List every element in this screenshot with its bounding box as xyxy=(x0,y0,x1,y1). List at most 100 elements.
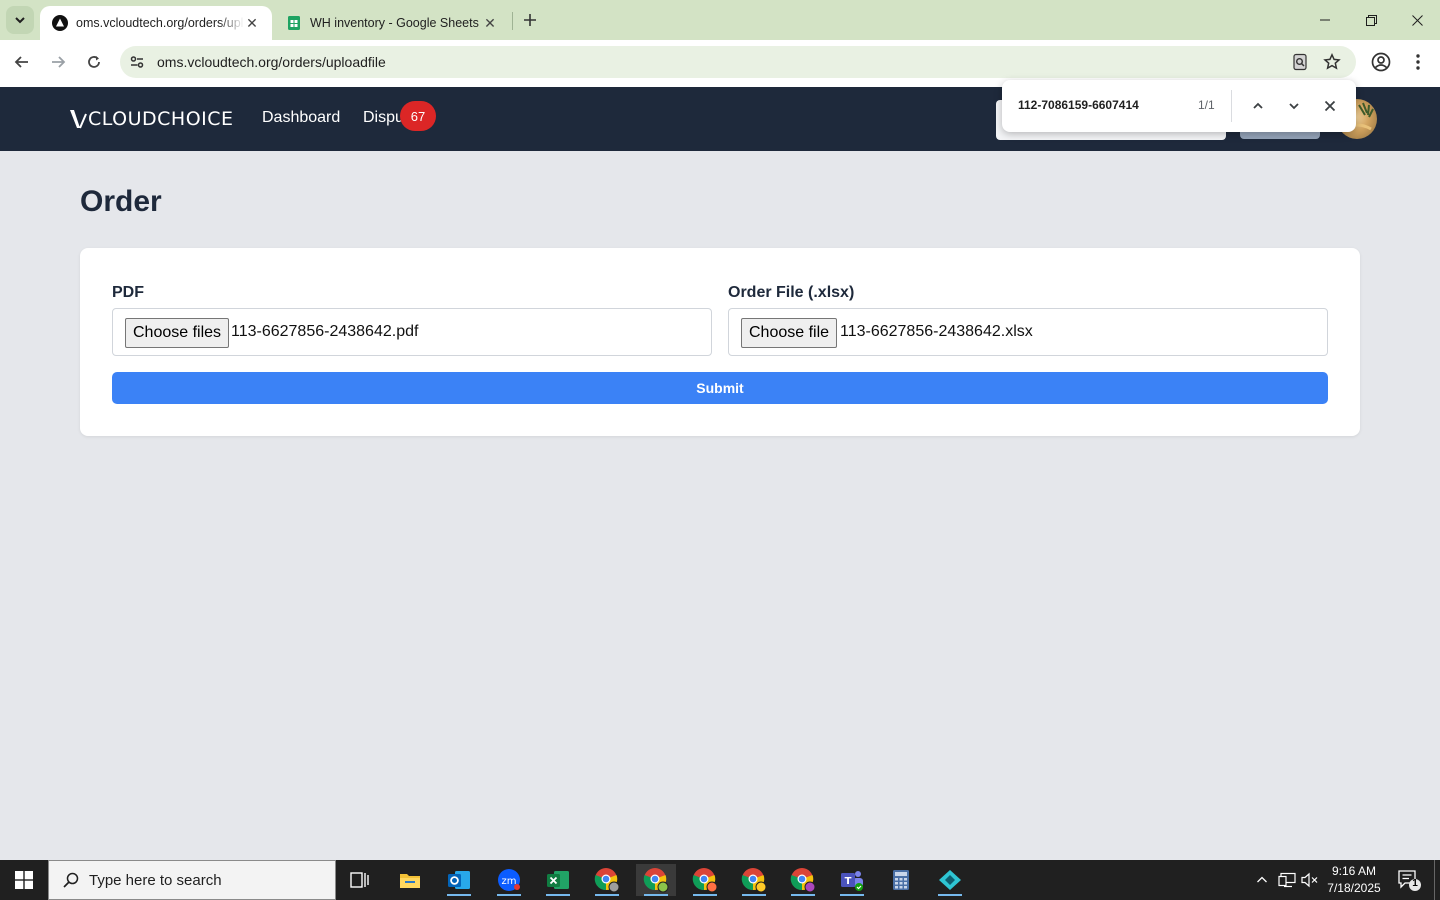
svg-text:T: T xyxy=(845,876,852,887)
find-in-page-icon[interactable] xyxy=(1290,52,1310,72)
back-button[interactable] xyxy=(8,48,36,76)
clock-time: 9:16 AM xyxy=(1331,864,1377,878)
chrome-profile-3-icon[interactable] xyxy=(685,864,725,896)
file-explorer-icon[interactable] xyxy=(390,864,430,896)
tab-search-button[interactable] xyxy=(6,6,34,34)
find-previous-button[interactable] xyxy=(1246,94,1270,118)
window-close-button[interactable] xyxy=(1394,0,1440,40)
remote-desktop-icon[interactable] xyxy=(930,864,970,896)
running-indicator xyxy=(938,894,962,896)
page-title: Order xyxy=(80,185,162,218)
task-view-icon[interactable] xyxy=(340,864,380,896)
pdf-field-label: PDF xyxy=(112,284,144,301)
pdf-file-input[interactable]: Choose files 113-6627856-2438642.pdf xyxy=(112,308,712,356)
calculator-icon[interactable] xyxy=(881,864,921,896)
chrome-profile-1-icon[interactable] xyxy=(587,864,627,896)
taskbar-search-box[interactable]: Type here to search xyxy=(48,860,336,900)
arrow-right-icon xyxy=(52,56,66,68)
windows-logo-icon xyxy=(15,871,33,889)
running-indicator xyxy=(595,894,619,896)
logo-text: CLOUDCHOICE xyxy=(88,108,234,130)
chevron-down-icon xyxy=(15,17,25,24)
app-favicon-icon xyxy=(52,15,68,31)
pdf-choose-files-button[interactable]: Choose files xyxy=(125,318,230,348)
nav-disputes[interactable]: Dispu xyxy=(363,109,404,127)
pdf-selected-filename: 113-6627856-2438642.pdf xyxy=(231,323,419,340)
arrow-left-icon xyxy=(14,56,28,68)
windows-start-button[interactable] xyxy=(0,860,48,900)
browser-tab-strip: oms.vcloudtech.org/orders/uploadfile ✕ W… xyxy=(0,0,1440,40)
excel-icon[interactable] xyxy=(538,864,578,896)
volume-muted-icon[interactable] xyxy=(1300,870,1320,890)
new-tab-button[interactable] xyxy=(518,8,542,32)
system-clock[interactable]: 9:16 AM 7/18/2025 xyxy=(1322,863,1386,897)
address-bar[interactable]: oms.vcloudtech.org/orders/uploadfile xyxy=(120,46,1356,78)
notification-center-icon[interactable]: 1 xyxy=(1396,868,1422,892)
site-settings-icon[interactable] xyxy=(128,53,146,71)
tab-title: oms.vcloudtech.org/orders/uploadfile xyxy=(76,16,244,30)
close-icon[interactable]: ✕ xyxy=(482,15,498,31)
restore-button[interactable] xyxy=(1348,0,1394,40)
chrome-profile-4-icon[interactable] xyxy=(734,864,774,896)
order-file-input[interactable]: Choose file 113-6627856-2438642.xlsx xyxy=(728,308,1328,356)
sheets-icon xyxy=(286,15,302,31)
svg-text:zm: zm xyxy=(502,876,517,887)
browser-menu-icon[interactable] xyxy=(1410,51,1426,73)
tab-oms-upload[interactable]: oms.vcloudtech.org/orders/uploadfile ✕ xyxy=(40,6,272,40)
find-query-input[interactable]: 112-7086159-6607414 xyxy=(1018,98,1139,112)
url-text: oms.vcloudtech.org/orders/uploadfile xyxy=(157,54,386,70)
network-icon[interactable] xyxy=(1277,870,1297,890)
chevron-up-icon xyxy=(1253,102,1263,109)
running-indicator xyxy=(840,894,864,896)
chrome-profile-5-icon[interactable] xyxy=(783,864,823,896)
cloudchoice-logo[interactable]: CLOUDCHOICE xyxy=(68,107,234,131)
running-indicator xyxy=(791,894,815,896)
running-indicator xyxy=(742,894,766,896)
minimize-icon xyxy=(1320,19,1330,21)
running-indicator xyxy=(693,894,717,896)
reload-icon xyxy=(88,56,100,68)
clock-date: 7/18/2025 xyxy=(1327,881,1381,895)
bookmark-star-icon[interactable] xyxy=(1322,52,1342,72)
find-next-button[interactable] xyxy=(1282,94,1306,118)
close-icon xyxy=(1411,14,1423,26)
upload-form-card: PDF Choose files 113-6627856-2438642.pdf… xyxy=(80,248,1360,436)
tab-separator xyxy=(512,12,513,30)
search-placeholder: Type here to search xyxy=(89,871,222,889)
find-separator xyxy=(1231,90,1232,122)
order-file-field-label: Order File (.xlsx) xyxy=(728,284,855,301)
running-indicator xyxy=(546,894,570,896)
order-selected-filename: 113-6627856-2438642.xlsx xyxy=(840,323,1033,340)
nav-dashboard[interactable]: Dashboard xyxy=(262,109,340,127)
show-desktop-button[interactable] xyxy=(1434,860,1435,900)
running-indicator xyxy=(644,894,668,896)
find-close-button[interactable] xyxy=(1318,94,1342,118)
find-in-page-bar: 112-7086159-6607414 1/1 xyxy=(1002,80,1356,132)
outlook-icon[interactable] xyxy=(439,864,479,896)
close-icon xyxy=(1324,100,1336,112)
zoom-icon[interactable]: zm xyxy=(489,864,529,896)
plus-icon xyxy=(524,14,536,26)
restore-icon xyxy=(1365,14,1377,26)
running-indicator xyxy=(497,894,521,896)
chevron-down-icon xyxy=(1289,103,1299,110)
reload-button[interactable] xyxy=(80,48,108,76)
search-icon xyxy=(61,870,81,890)
order-choose-file-button[interactable]: Choose file xyxy=(741,318,838,348)
find-match-count: 1/1 xyxy=(1198,98,1215,112)
tab-wh-inventory[interactable]: WH inventory - Google Sheets ✕ xyxy=(274,6,510,40)
chevron-up-icon[interactable] xyxy=(1252,870,1272,890)
profile-icon[interactable] xyxy=(1370,51,1392,73)
forward-button[interactable] xyxy=(44,48,72,76)
notification-count-badge: 1 xyxy=(1412,878,1418,889)
tab-title: WH inventory - Google Sheets xyxy=(310,16,479,30)
close-icon[interactable]: ✕ xyxy=(244,15,260,31)
windows-taskbar: Type here to search zm T 9:16 AM 7/18/20… xyxy=(0,860,1440,900)
running-indicator xyxy=(447,894,471,896)
chrome-profile-2-icon[interactable] xyxy=(636,864,676,896)
minimize-button[interactable] xyxy=(1302,0,1348,40)
teams-icon[interactable]: T xyxy=(832,864,872,896)
submit-button[interactable]: Submit xyxy=(112,372,1328,404)
logo-mark-icon xyxy=(70,110,87,129)
disputes-count-badge: 67 xyxy=(400,101,436,131)
